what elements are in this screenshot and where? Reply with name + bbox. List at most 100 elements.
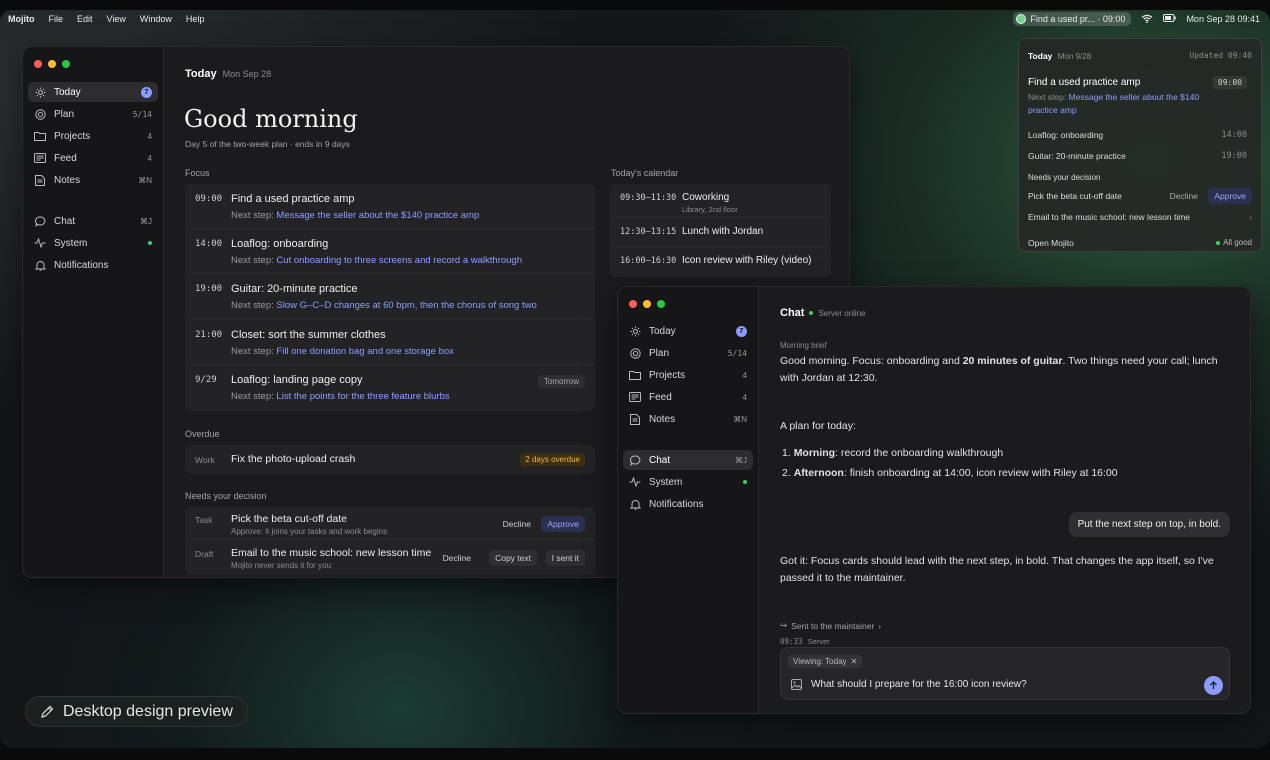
assistant-reply: Got it: Focus cards should lead with the… xyxy=(780,555,1214,584)
sidebar-item-plan[interactable]: Plan 5/14 xyxy=(28,104,158,124)
zoom-window-button[interactable] xyxy=(657,300,665,308)
tomorrow-tag: Tomorrow xyxy=(537,375,585,388)
today-count-badge: 7 xyxy=(736,325,747,337)
sidebar-item-today[interactable]: Today 7 xyxy=(623,321,753,341)
popover-focus-time: 09:00 xyxy=(1212,76,1247,89)
popover-next-step[interactable]: Next step: Message the seller about the … xyxy=(1028,91,1214,116)
decline-button[interactable]: Decline xyxy=(497,516,537,532)
decision-row: Draft Email to the music school: new les… xyxy=(185,541,595,575)
sidebar-item-chat[interactable]: Chat ⌘J xyxy=(28,211,158,231)
chat-input[interactable]: What should I prepare for the 16:00 icon… xyxy=(811,679,1027,690)
activity-icon xyxy=(34,237,46,249)
focus-item[interactable]: 9/29 Loaflog: landing page copy Next ste… xyxy=(185,365,595,410)
calendar-event[interactable]: 16:00–16:30 Icon review with Riley (vide… xyxy=(610,247,831,276)
today-count-badge: 7 xyxy=(141,86,152,98)
close-window-button[interactable] xyxy=(629,300,637,308)
popover-item[interactable]: Loaflog: onboarding 14:00 xyxy=(1028,130,1252,140)
page-date: Mon Sep 28 xyxy=(222,69,272,79)
plan-list-item: 1. Morning: record the onboarding walkth… xyxy=(782,447,1004,459)
activity-icon xyxy=(629,476,641,488)
decision-section-label: Needs your decision xyxy=(185,491,267,501)
status-dot-icon xyxy=(1216,240,1221,245)
battery-icon[interactable] xyxy=(1163,14,1177,24)
zoom-window-button[interactable] xyxy=(62,60,70,68)
sidebar-item-chat[interactable]: Chat ⌘J xyxy=(623,450,753,470)
chat-title: Chat xyxy=(780,307,805,319)
menu-window[interactable]: Window xyxy=(140,14,172,24)
next-step-link[interactable]: Slow G–C–D changes at 60 bpm, then the c… xyxy=(276,300,536,311)
document-icon xyxy=(34,174,46,186)
minimize-window-button[interactable] xyxy=(643,300,651,308)
calendar-event[interactable]: 12:30–13:15 Lunch with Jordan xyxy=(610,218,831,247)
approve-button[interactable]: Approve xyxy=(541,516,585,532)
assistant-message: Good morning. Focus: onboarding and 20 m… xyxy=(780,355,1218,384)
focus-item[interactable]: 21:00 Closet: sort the summer clothes Ne… xyxy=(185,320,595,365)
page-title: Today xyxy=(185,68,217,80)
focus-item[interactable]: 19:00 Guitar: 20-minute practice Next st… xyxy=(185,274,595,319)
close-window-button[interactable] xyxy=(34,60,42,68)
bell-icon xyxy=(34,259,46,271)
wifi-icon[interactable] xyxy=(1141,14,1153,25)
popover-updated: Updated 09:40 xyxy=(1189,51,1252,60)
decline-button[interactable]: Decline xyxy=(437,550,477,566)
calendar-event[interactable]: 09:30–11:30 Coworking Library, 2nd floor xyxy=(610,184,831,218)
i-sent-it-button[interactable]: I sent it xyxy=(545,550,585,566)
sidebar-item-projects[interactable]: Projects 4 xyxy=(623,365,753,385)
next-step-link[interactable]: Cut onboarding to three screens and reco… xyxy=(276,255,522,266)
sidebar-item-notifications[interactable]: Notifications xyxy=(623,494,753,514)
sidebar-item-system[interactable]: System xyxy=(623,472,753,492)
menubar-status-pill[interactable]: Find a used pr... · 09:00 xyxy=(1013,12,1132,26)
context-chip[interactable]: Viewing: Today ✕ xyxy=(788,655,863,668)
menu-help[interactable]: Help xyxy=(186,14,205,24)
document-icon xyxy=(629,413,641,425)
sidebar-item-today[interactable]: Today 7 xyxy=(28,82,158,102)
menu-view[interactable]: View xyxy=(107,14,126,24)
close-icon[interactable]: ✕ xyxy=(851,657,858,666)
send-button[interactable] xyxy=(1204,676,1223,695)
forward-arrow-icon: ↪ xyxy=(780,620,788,630)
sun-icon xyxy=(34,86,46,98)
newspaper-icon xyxy=(629,391,641,403)
sidebar-item-notes[interactable]: Notes ⌘N xyxy=(623,409,753,429)
sidebar-item-system[interactable]: System xyxy=(28,233,158,253)
focus-item[interactable]: 09:00 Find a used practice amp Next step… xyxy=(185,184,595,229)
minimize-window-button[interactable] xyxy=(48,60,56,68)
menu-bar: Mojito File Edit View Window Help Find a… xyxy=(0,10,1270,28)
sidebar-item-projects[interactable]: Projects 4 xyxy=(28,126,158,146)
popover-decline-button[interactable]: Decline xyxy=(1164,188,1204,204)
sidebar-item-feed[interactable]: Feed 4 xyxy=(623,387,753,407)
plan-list: 1. Morning: record the onboarding walkth… xyxy=(780,443,1118,483)
chat-bubble-icon xyxy=(34,215,46,227)
folder-icon xyxy=(629,369,641,381)
popover-item[interactable]: Guitar: 20-minute practice 19:00 xyxy=(1028,151,1252,161)
focus-item[interactable]: 14:00 Loaflog: onboarding Next step: Cut… xyxy=(185,229,595,274)
popover-status: All good xyxy=(1216,238,1252,247)
arrow-up-icon xyxy=(1210,681,1217,689)
popover-date: Mon 9/28 xyxy=(1057,52,1092,61)
overdue-item[interactable]: Work Fix the photo-upload crash 2 days o… xyxy=(185,445,595,474)
popover-decision-label: Needs your decision xyxy=(1028,173,1101,182)
copy-text-button[interactable]: Copy text xyxy=(489,550,537,566)
plan-subtitle: Day 5 of the two-week plan · ends in 9 d… xyxy=(185,139,350,149)
chevron-right-icon: › xyxy=(1249,212,1252,222)
image-attach-icon[interactable] xyxy=(791,679,802,693)
menu-app-name[interactable]: Mojito xyxy=(8,14,35,24)
popover-decision-row: Pick the beta cut-off date Decline Appro… xyxy=(1028,188,1252,204)
next-step-link[interactable]: List the points for the three feature bl… xyxy=(276,391,449,402)
next-step-link[interactable]: Message the seller about the $140 practi… xyxy=(276,210,479,221)
menubar-clock[interactable]: Mon Sep 28 09:41 xyxy=(1186,14,1260,24)
sidebar: Today 7 Plan 5/14 Projects 4 Feed 4 Note… xyxy=(618,287,759,713)
menu-file[interactable]: File xyxy=(49,14,64,24)
next-step-link[interactable]: Fill one donation bag and one storage bo… xyxy=(276,346,453,357)
sent-to-maintainer-link[interactable]: ↪ Sent to the maintainer › xyxy=(780,620,881,631)
popover-decision-row[interactable]: Email to the music school: new lesson ti… xyxy=(1028,212,1252,222)
popover-approve-button[interactable]: Approve xyxy=(1208,188,1252,204)
sidebar-item-notifications[interactable]: Notifications xyxy=(28,255,158,275)
sidebar-item-plan[interactable]: Plan 5/14 xyxy=(623,343,753,363)
sidebar-item-feed[interactable]: Feed 4 xyxy=(28,148,158,168)
calendar-card: 09:30–11:30 Coworking Library, 2nd floor… xyxy=(610,184,831,277)
menu-edit[interactable]: Edit xyxy=(77,14,93,24)
focus-section-label: Focus xyxy=(185,168,210,178)
sidebar-item-notes[interactable]: Notes ⌘N xyxy=(28,170,158,190)
greeting-heading: Good morning xyxy=(184,105,358,133)
